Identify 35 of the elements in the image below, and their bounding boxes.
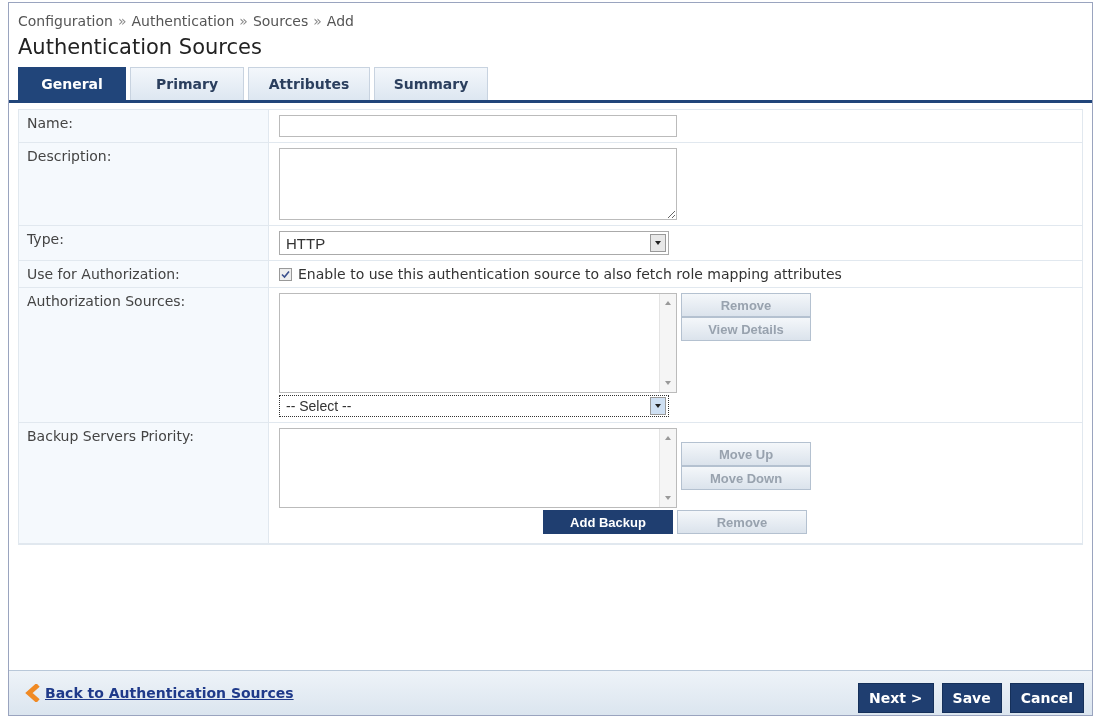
scroll-down-icon	[664, 380, 672, 386]
field-label: Use for Authorization:	[19, 261, 269, 288]
backup-servers-list[interactable]	[279, 428, 677, 508]
checkbox-label: Enable to use this authentication source to also fetch role mapping attributes	[298, 266, 842, 282]
footer-button[interactable]: Save	[941, 683, 1002, 713]
breadcrumb-separator: »	[313, 13, 322, 29]
scroll-up-icon	[664, 435, 672, 441]
scroll-up-icon	[664, 300, 672, 306]
footer-button[interactable]: Next >	[858, 683, 934, 713]
tab[interactable]: Attributes	[248, 67, 370, 100]
name-input-field[interactable]	[279, 115, 677, 137]
backup-button[interactable]: Add Backup	[543, 510, 673, 534]
breadcrumb-item: Add	[326, 13, 354, 29]
field-label: Description:	[19, 143, 269, 226]
page-title: Authentication Sources	[18, 35, 263, 59]
authorization-source-dropdown[interactable]: -- Select --	[279, 395, 669, 417]
authorization-sources-list[interactable]	[279, 293, 677, 393]
description-input-field[interactable]	[279, 148, 677, 220]
field-label: Name:	[19, 110, 269, 143]
tab[interactable]: Summary	[374, 67, 488, 100]
breadcrumb-item: Sources	[252, 13, 309, 29]
breadcrumb-separator: »	[117, 13, 127, 29]
checkbox[interactable]	[279, 267, 292, 281]
field-label: Type:	[19, 226, 269, 261]
footer-button[interactable]: Cancel	[1009, 683, 1084, 713]
tab[interactable]: General	[18, 67, 126, 100]
type-dropdown[interactable]: HTTP	[279, 231, 669, 255]
breadcrumb-item: Configuration	[18, 13, 113, 29]
back-link[interactable]: Back to Authentication Sources	[45, 685, 294, 701]
breadcrumb-separator: »	[239, 13, 248, 29]
field-label: Backup Servers Priority:	[19, 423, 269, 544]
field-label: Authorization Sources:	[19, 288, 269, 423]
scroll-down-icon	[664, 495, 672, 501]
breadcrumb-item: Authentication	[131, 13, 235, 29]
tab[interactable]: Primary	[130, 67, 244, 100]
